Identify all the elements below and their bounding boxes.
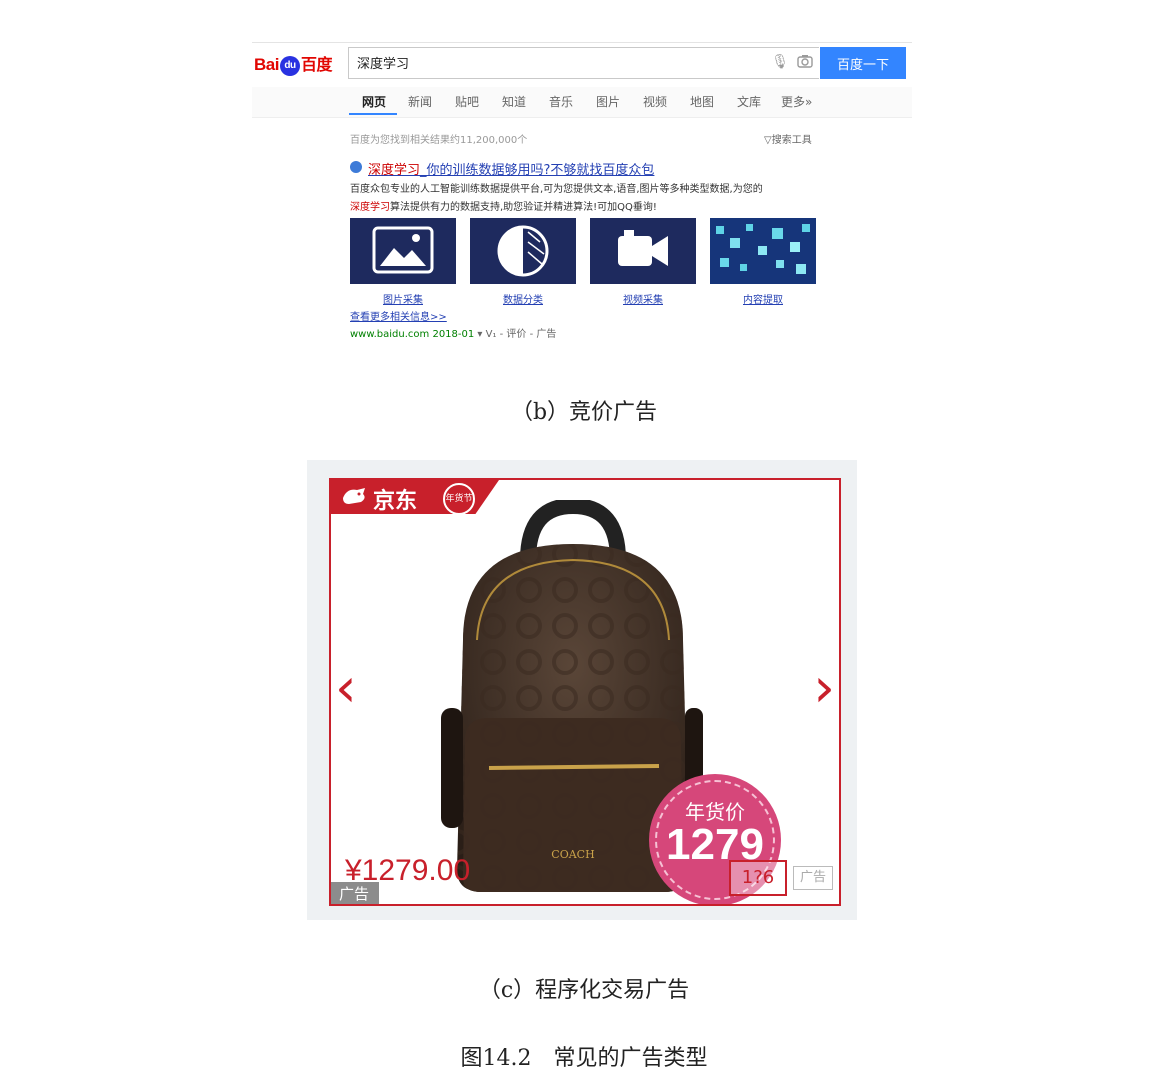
baidu-paw-icon [350, 161, 362, 173]
ad-desc-line2: 深度学习算法提供有力的数据支持,助您验证并精进算法!可加QQ垂询! [350, 199, 820, 217]
jd-dog-icon [343, 488, 365, 504]
small-ad-tag: 广告 [793, 866, 833, 890]
ad-title-keyword: 深度学习 [368, 163, 421, 178]
tab-news[interactable]: 新闻 [408, 93, 432, 110]
coach-label: COACH [551, 848, 594, 861]
more-info-link[interactable]: 查看更多相关信息>> [350, 308, 447, 323]
tab-map[interactable]: 地图 [690, 93, 714, 110]
ad-title-text: _你的训练数据够用吗?不够就找百度众包 [420, 163, 655, 178]
tile-content-extraction[interactable] [710, 218, 816, 284]
image-icon [372, 226, 434, 274]
ad-url-line: www.baidu.com 2018-01 ▾ V₁ - 评价 - 广告 [350, 325, 556, 340]
pixel-blocks-icon [716, 224, 810, 274]
result-count: 百度为您找到相关结果约11,200,000个 [350, 135, 528, 146]
tab-tieba[interactable]: 贴吧 [455, 93, 479, 110]
paw-icon: du [279, 55, 300, 76]
tab-video[interactable]: 视频 [643, 93, 667, 110]
search-button[interactable]: 百度一下 [820, 47, 906, 79]
search-input[interactable] [349, 48, 745, 76]
tab-zhidao[interactable]: 知道 [502, 93, 526, 110]
caption-b: （b）竞价广告 [510, 400, 658, 425]
tab-more[interactable]: 更多» [781, 93, 812, 110]
jd-ad-frame[interactable]: 京东 年货节 ‹ › COACH ¥1279.00 广告 年货价 1279 1?… [329, 478, 841, 906]
baidu-logo[interactable]: Bai du 百度 [254, 51, 332, 76]
tile-image-collection[interactable] [350, 218, 456, 284]
baidu-search-screenshot: Baidu百度 🎙 百度一下 网页 新闻 贴吧 知道 音乐 图片 视频 地图 文… [252, 42, 912, 343]
ad-desc-line2-text: 算法提供有力的数据支持,助您验证并精进算法!可加QQ垂询! [390, 202, 657, 213]
baidu-header: Baidu百度 🎙 百度一下 [252, 43, 912, 83]
tile-label-extract[interactable]: 内容提取 [710, 291, 816, 306]
ad-desc-keyword: 深度学习 [350, 202, 390, 213]
ad-label: 广告 [331, 882, 379, 904]
logo-cn-text: 百度 [300, 57, 333, 74]
ad-title-link[interactable]: 深度学习_你的训练数据够用吗?不够就找百度众包 [368, 159, 654, 178]
search-box[interactable]: 🎙 [348, 47, 819, 79]
search-tools-link[interactable]: ▽搜索工具 [764, 131, 812, 146]
small-price-tag: 1?6 [729, 860, 787, 896]
tab-music[interactable]: 音乐 [549, 93, 573, 110]
active-tab-underline [349, 113, 397, 115]
tab-web[interactable]: 网页 [362, 93, 386, 110]
caption-c: （c）程序化交易广告 [478, 978, 690, 1003]
video-camera-icon [618, 230, 668, 266]
tab-images[interactable]: 图片 [596, 93, 620, 110]
jd-ad-panel: 京东 年货节 ‹ › COACH ¥1279.00 广告 年货价 1279 1?… [307, 460, 857, 920]
tile-data-classification[interactable] [470, 218, 576, 284]
logo-bai-text: Bai [254, 55, 279, 74]
camera-icon[interactable] [797, 54, 813, 72]
contrast-icon [497, 225, 549, 277]
chevron-left-icon[interactable]: ‹ [335, 656, 357, 719]
tile-label-image[interactable]: 图片采集 [350, 291, 456, 306]
ad-desc-line1: 百度众包专业的人工智能训练数据提供平台,可为您提供文本,语音,图片等多种类型数据… [350, 184, 763, 195]
ad-url[interactable]: www.baidu.com 2018-01 [350, 329, 474, 340]
microphone-icon[interactable]: 🎙 [771, 54, 789, 70]
figure-caption: 图14.2 常见的广告类型 [460, 1046, 708, 1071]
tile-label-classify[interactable]: 数据分类 [470, 291, 576, 306]
tile-label-video[interactable]: 视频采集 [590, 291, 696, 306]
chevron-right-icon[interactable]: › [813, 656, 835, 719]
ad-description: 百度众包专业的人工智能训练数据提供平台,可为您提供文本,语音,图片等多种类型数据… [350, 181, 820, 217]
tab-wenku[interactable]: 文库 [737, 93, 761, 110]
ad-url-meta: ▾ V₁ - 评价 - 广告 [474, 329, 557, 340]
tile-video-collection[interactable] [590, 218, 696, 284]
